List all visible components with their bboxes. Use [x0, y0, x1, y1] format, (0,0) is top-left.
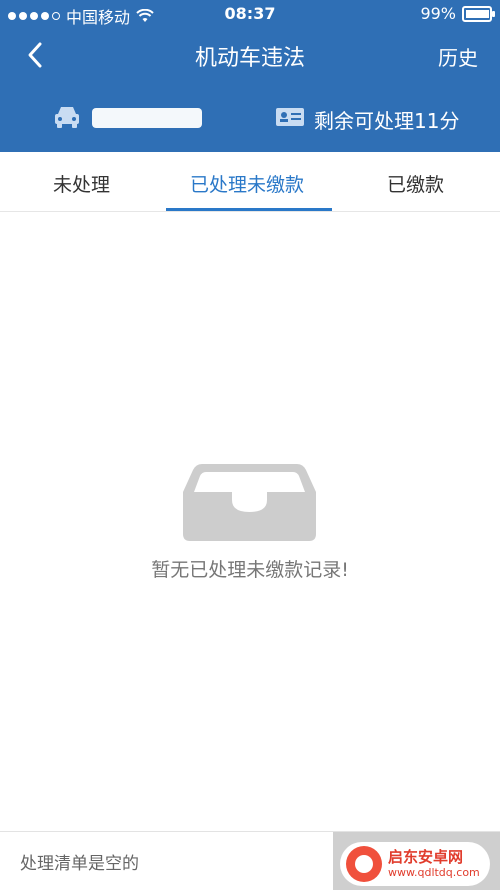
tab-divider — [0, 211, 500, 212]
battery-icon — [462, 5, 495, 22]
watermark: 启东安卓网 www.qdltdq.com — [340, 842, 490, 886]
license-plate-redacted — [92, 108, 202, 128]
watermark-url: www.qdltdq.com — [388, 866, 480, 879]
watermark-logo-icon — [346, 846, 382, 882]
process-button[interactable]: 启东安卓网 www.qdltdq.com — [333, 832, 500, 890]
watermark-title: 启东安卓网 — [388, 848, 464, 866]
nav-bar: 机动车违法 历史 — [0, 30, 500, 80]
page-title: 机动车违法 — [194, 46, 305, 71]
remaining-points: 剩余可处理11分 — [314, 109, 460, 133]
header: 中国移动 08:37 99% 机动车违法 历史 剩余可处理11分 — [0, 0, 500, 152]
bottom-bar: 处理清单是空的 启东安卓网 www.qdltdq.com — [0, 831, 500, 890]
empty-box-icon — [183, 464, 316, 541]
status-bar: 中国移动 08:37 99% — [0, 0, 500, 28]
tab-unprocessed[interactable]: 未处理 — [53, 170, 110, 197]
tab-processed-unpaid[interactable]: 已处理未缴款 — [190, 170, 304, 197]
id-card-icon — [276, 108, 304, 126]
cart-status: 处理清单是空的 — [20, 854, 139, 874]
tab-bar: 未处理 已处理未缴款 已缴款 — [0, 152, 500, 212]
vehicle-info: 剩余可处理11分 — [0, 96, 500, 144]
empty-message: 暂无已处理未缴款记录! — [151, 559, 349, 581]
status-right: 99% — [420, 4, 495, 23]
tab-paid[interactable]: 已缴款 — [387, 170, 444, 197]
battery-percent: 99% — [420, 4, 456, 23]
car-icon — [55, 107, 79, 128]
history-button[interactable]: 历史 — [438, 42, 478, 71]
